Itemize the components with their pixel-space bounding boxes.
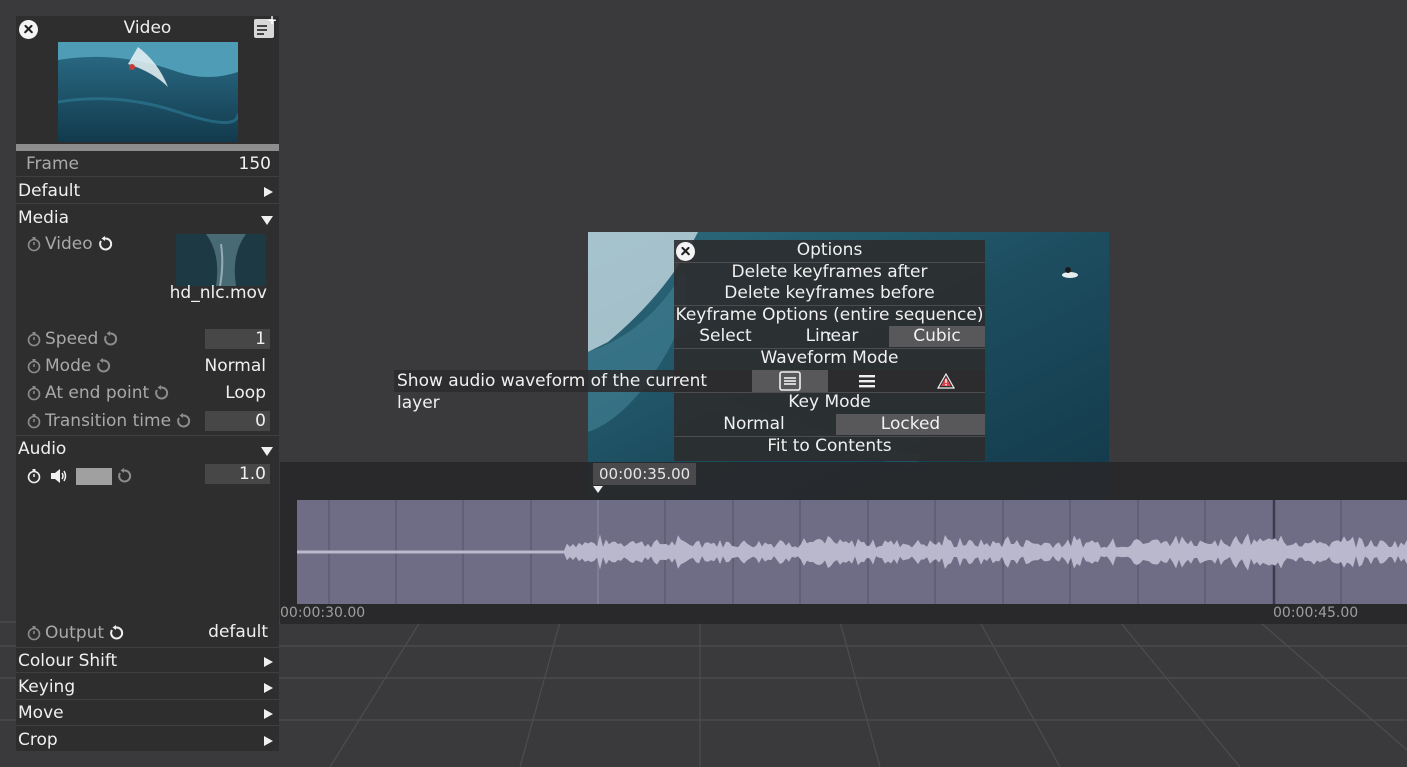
section-crop-label: Crop	[18, 730, 58, 750]
section-keying-label: Keying	[18, 677, 76, 697]
stopwatch-icon[interactable]	[26, 385, 42, 401]
volume-slider[interactable]	[75, 467, 112, 485]
timeline-end-label: 00:00:45.00	[1273, 605, 1359, 621]
volume-prop	[26, 463, 132, 489]
reset-icon[interactable]	[102, 331, 118, 347]
transition-label: Transition time	[45, 411, 172, 431]
output-label: Output	[45, 623, 105, 643]
output-prop: Output	[26, 620, 124, 646]
speed-prop: Speed	[26, 326, 118, 352]
end-point-label: At end point	[45, 383, 150, 403]
add-note-icon[interactable]: +	[254, 14, 277, 38]
speaker-icon[interactable]	[50, 468, 68, 484]
volume-input[interactable]: 1.0	[205, 464, 270, 484]
audio-waveform-track[interactable]	[297, 500, 1407, 604]
section-default-label: Default	[18, 181, 81, 201]
video-label: Video	[45, 234, 93, 254]
section-keying[interactable]: Keying	[16, 674, 279, 700]
stopwatch-icon[interactable]	[26, 358, 42, 374]
video-thumbnail	[58, 42, 238, 142]
waveform-mode-buttons	[752, 370, 985, 392]
collapse-arrow-icon	[261, 216, 273, 225]
expand-arrow-icon	[264, 709, 273, 719]
video-prop: Video	[26, 231, 113, 257]
waveform-box-button[interactable]	[752, 370, 828, 392]
waveform-tooltip: Show audio waveform of the current layer	[394, 370, 752, 413]
end-point-prop: At end point	[26, 380, 169, 406]
section-media[interactable]: Media	[16, 205, 279, 231]
reset-icon[interactable]	[97, 236, 113, 252]
section-crop[interactable]: Crop	[16, 727, 279, 753]
section-move[interactable]: Move	[16, 700, 279, 726]
stopwatch-icon[interactable]	[26, 625, 42, 641]
key-mode-label: Key Mode	[788, 392, 871, 412]
expand-arrow-icon	[264, 683, 273, 693]
expand-arrow-icon	[264, 736, 273, 746]
transition-prop: Transition time	[26, 408, 191, 434]
reset-icon[interactable]	[116, 468, 132, 484]
stopwatch-icon[interactable]	[26, 331, 42, 347]
expand-arrow-icon	[264, 657, 273, 667]
playhead-marker[interactable]	[593, 486, 603, 493]
reset-icon[interactable]	[95, 358, 111, 374]
mode-prop: Mode	[26, 353, 111, 379]
speed-label: Speed	[45, 329, 99, 349]
interp-cubic[interactable]: Cubic	[889, 326, 985, 347]
stopwatch-icon[interactable]	[26, 236, 42, 252]
frame-value[interactable]: 150	[239, 151, 271, 177]
section-audio[interactable]: Audio	[16, 435, 279, 461]
speed-input[interactable]: 1	[205, 329, 270, 349]
reset-icon[interactable]	[175, 413, 191, 429]
section-colour-shift-label: Colour Shift	[18, 651, 118, 671]
timeline[interactable]: 00:00:35.00 00:00:30.00 00:00:45.00	[280, 462, 1407, 624]
warning-triangle-icon[interactable]	[937, 373, 955, 389]
transition-input[interactable]: 0	[205, 411, 270, 431]
delete-keyframes-after[interactable]: Delete keyframes after	[674, 262, 985, 283]
key-mode-locked[interactable]: Locked	[836, 414, 985, 435]
delete-keyframes-before[interactable]: Delete keyframes before	[674, 283, 985, 304]
section-colour-shift[interactable]: Colour Shift	[16, 647, 279, 673]
frame-scrub-bar[interactable]	[16, 144, 279, 151]
options-popup: Options Delete keyframes after Delete ke…	[674, 240, 985, 461]
frame-label: Frame	[26, 154, 79, 174]
section-audio-label: Audio	[18, 439, 67, 459]
section-default[interactable]: Default	[16, 178, 279, 204]
fit-to-contents[interactable]: Fit to Contents	[674, 436, 985, 457]
section-move-label: Move	[18, 703, 64, 723]
key-mode-normal[interactable]: Normal	[674, 414, 834, 435]
frame-row: Frame 150	[16, 151, 279, 177]
interp-linear[interactable]: Linear	[781, 326, 883, 347]
stopwatch-icon[interactable]	[26, 413, 42, 429]
interp-select[interactable]: Select	[674, 326, 777, 347]
panel-title: Video	[123, 18, 172, 38]
output-select[interactable]: default	[166, 622, 268, 642]
mode-label: Mode	[45, 356, 92, 376]
collapse-arrow-icon	[261, 447, 273, 456]
section-media-label: Media	[18, 208, 70, 228]
reset-icon[interactable]	[108, 625, 124, 641]
stopwatch-icon[interactable]	[26, 468, 42, 484]
playhead-time: 00:00:35.00	[593, 463, 697, 485]
video-file-name: hd_nlc.mov	[169, 283, 267, 303]
mode-select[interactable]: Normal	[166, 356, 266, 376]
video-file-thumbnail[interactable]	[176, 234, 266, 286]
panel-header: Video +	[16, 14, 279, 42]
layer-properties-panel: Video + Frame 150 Default Media Video hd…	[16, 14, 279, 753]
timeline-start-label: 00:00:30.00	[280, 605, 366, 621]
waveform-box-icon	[779, 371, 801, 391]
waveform-mode-label: Waveform Mode	[760, 348, 899, 368]
options-title: Options	[796, 240, 863, 260]
end-point-select[interactable]: Loop	[166, 383, 266, 403]
waveform-lines-icon[interactable]	[858, 373, 876, 389]
expand-arrow-icon	[264, 187, 273, 197]
